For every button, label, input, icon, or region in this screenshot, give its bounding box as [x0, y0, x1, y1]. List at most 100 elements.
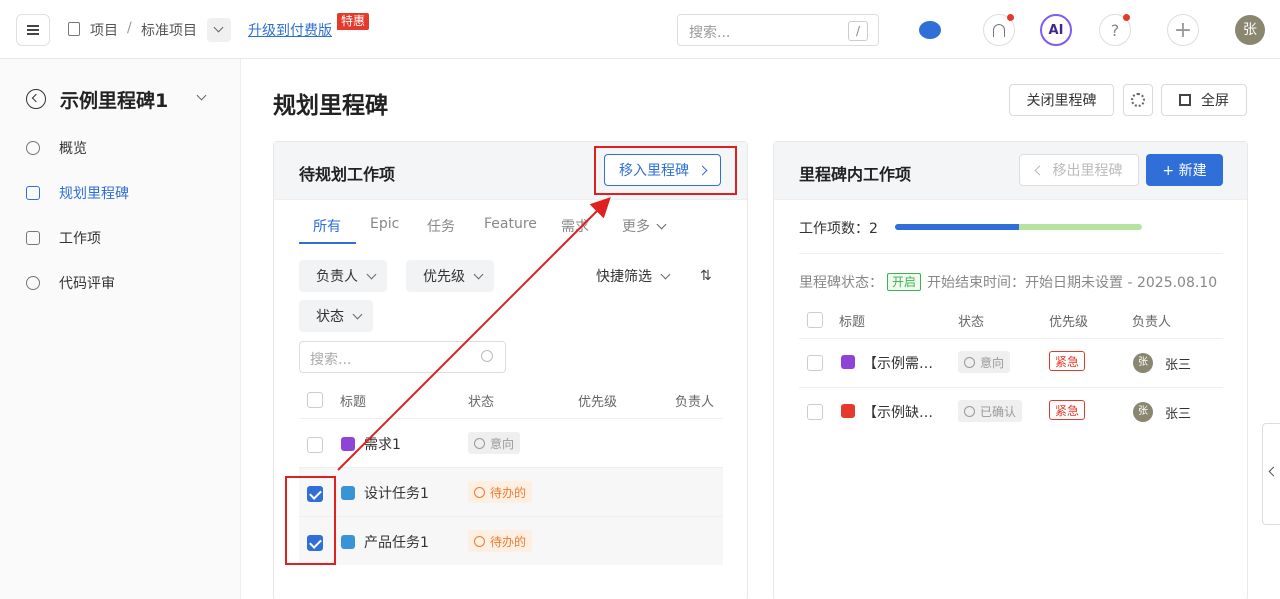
upgrade-link[interactable]: 升级到付费版 [248, 20, 332, 40]
breadcrumb-project[interactable]: 项目 [90, 20, 118, 40]
tab-requirement[interactable]: 需求 [561, 216, 589, 236]
chevron-down-icon [473, 269, 484, 279]
sidebar-item-label: 概览 [59, 141, 87, 157]
tab-epic[interactable]: Epic [370, 216, 399, 232]
select-all-checkbox[interactable] [307, 392, 323, 408]
status-badge: 已确认 [958, 400, 1023, 422]
tab-more[interactable]: 更多 [622, 216, 667, 236]
search-placeholder: 搜索... [310, 352, 352, 368]
tab-task[interactable]: 任务 [427, 216, 455, 236]
plus-icon[interactable]: + [1167, 14, 1199, 46]
status-text: 待办的 [490, 534, 527, 549]
column-header-title: 标题 [340, 395, 367, 410]
chevron-down-icon[interactable] [196, 90, 207, 101]
breadcrumb-standard-project[interactable]: 标准项目 [141, 20, 197, 40]
project-icon [68, 22, 80, 36]
tab-all[interactable]: 所有 [313, 216, 341, 236]
select-all-checkbox[interactable] [807, 312, 823, 328]
column-header-assignee: 负责人 [675, 395, 715, 410]
milestone-status-line: 里程碑状态： 开启 开始结束时间：开始日期未设置 - 2025.08.10 [799, 272, 1217, 292]
task-icon [341, 535, 355, 549]
assignee-filter[interactable]: 负责人 [299, 260, 387, 292]
global-search-input[interactable]: 搜索... / [677, 14, 879, 46]
chevron-down-icon [213, 22, 224, 33]
row-title[interactable]: 【示例缺… [863, 402, 933, 422]
chevron-left-icon [1034, 165, 1044, 175]
task-icon [341, 486, 355, 500]
page-title: 规划里程碑 [273, 93, 388, 119]
back-icon[interactable] [26, 89, 46, 109]
item-count: 工作项数：2 [799, 221, 878, 237]
filter-label: 优先级 [423, 269, 465, 285]
search-placeholder: 搜索... [689, 25, 731, 41]
user-avatar[interactable]: 张 [1235, 15, 1265, 45]
table-row[interactable]: 设计任务1 待办的 [299, 467, 723, 516]
help-glyph: ? [1110, 20, 1120, 40]
row-title[interactable]: 产品任务1 [364, 532, 429, 552]
fullscreen-label: 全屏 [1201, 93, 1229, 109]
chevron-left-icon [1268, 466, 1279, 477]
status-text: 意向 [980, 355, 1005, 370]
panel-title: 里程碑内工作项 [799, 165, 912, 184]
status-open-badge: 开启 [887, 273, 922, 291]
panel-header: 里程碑内工作项 移出里程碑 + 新建 [774, 142, 1247, 200]
unplanned-items-panel: 待规划工作项 移入里程碑 所有 Epic 任务 Feature 需求 更多 负责… [273, 141, 748, 599]
requirement-icon [341, 437, 355, 451]
status-badge: 待办的 [468, 481, 533, 503]
fullscreen-button[interactable]: 全屏 [1161, 84, 1247, 116]
row-checkbox[interactable] [807, 404, 823, 420]
project-switch-dropdown[interactable] [207, 18, 231, 42]
bug-icon [841, 404, 855, 418]
help-icon[interactable]: ? [1099, 14, 1131, 46]
priority-badge: 紧急 [1049, 351, 1086, 371]
highlight-box [285, 476, 336, 565]
row-title[interactable]: 设计任务1 [364, 483, 429, 503]
chat-icon[interactable] [914, 14, 946, 46]
assignee-name: 张三 [1165, 407, 1192, 422]
sidebar-item-label: 规划里程碑 [59, 186, 129, 202]
search-icon [481, 350, 493, 362]
tab-feature[interactable]: Feature [484, 216, 537, 232]
gear-icon [1131, 93, 1145, 107]
sort-icon[interactable]: ⇅ [700, 268, 712, 284]
move-out-milestone-button[interactable]: 移出里程碑 [1019, 154, 1139, 186]
sidebar-item-code-review[interactable]: 代码评审 [26, 273, 115, 293]
settings-button[interactable] [1123, 84, 1153, 116]
progress-bar [895, 224, 1142, 230]
document-icon [26, 186, 40, 200]
collapse-panel-handle[interactable] [1262, 423, 1280, 525]
row-title[interactable]: 需求1 [364, 434, 401, 454]
sidebar-item-overview[interactable]: 概览 [26, 138, 87, 158]
menu-icon[interactable] [16, 14, 50, 46]
divider [799, 253, 1223, 254]
ai-assistant-icon[interactable]: AI [1040, 14, 1072, 46]
new-item-button[interactable]: + 新建 [1146, 154, 1223, 186]
quick-filter[interactable]: 快捷筛选 [584, 260, 681, 292]
sidebar: 示例里程碑1 概览 规划里程碑 工作项 代码评审 [0, 59, 241, 599]
item-search-input[interactable]: 搜索... [299, 341, 506, 373]
notification-bell-icon[interactable] [983, 14, 1015, 46]
top-bar: 项目 / 标准项目 升级到付费版 特惠 搜索... / AI ? + 张 [0, 0, 1280, 59]
table-row[interactable]: 需求1 意向 [299, 418, 723, 467]
column-header-status: 状态 [958, 315, 985, 330]
column-header-assignee: 负责人 [1132, 315, 1172, 330]
priority-filter[interactable]: 优先级 [406, 260, 494, 292]
search-shortcut-key: / [848, 21, 868, 41]
branch-icon [26, 276, 40, 290]
chevron-down-icon [352, 309, 363, 319]
column-header-title: 标题 [839, 315, 866, 330]
close-milestone-button[interactable]: 关闭里程碑 [1009, 84, 1114, 116]
row-title[interactable]: 【示例需… [863, 353, 933, 373]
row-checkbox[interactable] [307, 437, 323, 453]
column-header-status: 状态 [468, 395, 495, 410]
status-filter[interactable]: 状态 [299, 300, 373, 332]
status-text: 已确认 [980, 404, 1017, 419]
tab-more-label: 更多 [622, 219, 650, 235]
sidebar-item-work-items[interactable]: 工作项 [26, 228, 101, 248]
table-row[interactable]: 产品任务1 待办的 [299, 516, 723, 565]
chevron-down-icon [657, 219, 667, 230]
table-row[interactable]: 【示例需… 意向 紧急 张 张三 [799, 338, 1223, 387]
row-checkbox[interactable] [807, 355, 823, 371]
sidebar-item-plan-milestone[interactable]: 规划里程碑 [26, 183, 129, 203]
table-row[interactable]: 【示例缺… 已确认 紧急 张 张三 [799, 387, 1223, 436]
